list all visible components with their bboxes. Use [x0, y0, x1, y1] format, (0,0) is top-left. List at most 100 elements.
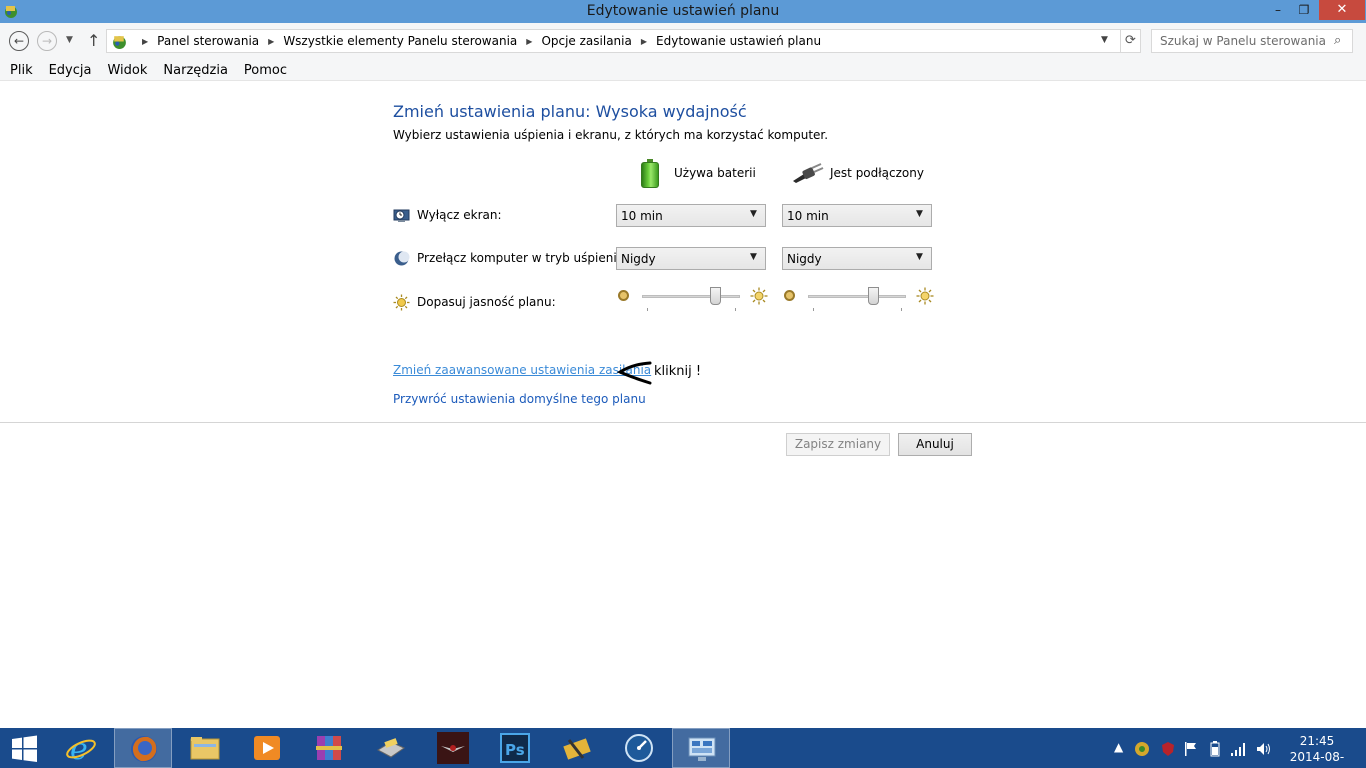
- divider: [0, 422, 1366, 423]
- minimize-button[interactable]: –: [1265, 0, 1291, 20]
- cancel-button[interactable]: Anuluj: [898, 433, 972, 456]
- media-player-icon: [254, 736, 280, 760]
- annotation-text: kliknij !: [654, 364, 702, 379]
- menu-tools[interactable]: Narzędzia: [155, 60, 236, 80]
- taskbar-scanner[interactable]: [362, 728, 420, 768]
- breadcrumb-item[interactable]: Opcje zasilania: [541, 34, 631, 48]
- chevron-down-icon: ▼: [66, 35, 73, 45]
- display-off-battery-select[interactable]: 10 min ▼: [616, 204, 766, 227]
- save-changes-button[interactable]: Zapisz zmiany: [786, 433, 890, 456]
- chevron-down-icon: ▼: [750, 209, 757, 219]
- setting-label: Dopasuj jasność planu:: [417, 295, 556, 309]
- svg-text:Ps: Ps: [505, 741, 525, 759]
- arrow-left-icon: ←: [13, 34, 25, 48]
- clock-time: 21:45: [1299, 734, 1335, 748]
- menu-file[interactable]: Plik: [2, 60, 41, 80]
- signal-strength-icon[interactable]: [1230, 741, 1248, 757]
- chevron-down-icon: ▼: [916, 252, 923, 262]
- moon-icon: [394, 251, 410, 266]
- refresh-icon[interactable]: ⟳: [1120, 30, 1140, 52]
- address-history-button[interactable]: ▼: [1101, 35, 1108, 45]
- taskbar-photoshop[interactable]: Ps: [486, 728, 544, 768]
- slider-thumb[interactable]: [868, 287, 880, 305]
- antivirus-icon[interactable]: [1160, 741, 1176, 757]
- monitor-clock-icon: [393, 209, 410, 222]
- control-panel-icon: [688, 737, 716, 761]
- menu-edit[interactable]: Edycja: [41, 60, 100, 80]
- back-button[interactable]: ←: [9, 31, 29, 51]
- taskbar-media-player[interactable]: [238, 728, 296, 768]
- sleep-plugged-select[interactable]: Nigdy ▼: [782, 247, 932, 270]
- taskbar-file-explorer[interactable]: [176, 728, 234, 768]
- maximize-button[interactable]: ❐: [1291, 0, 1317, 20]
- menu-help[interactable]: Pomoc: [236, 60, 295, 80]
- page-title: Zmień ustawienia planu: Wysoka wydajność: [393, 102, 747, 121]
- slider-tick: [813, 308, 814, 311]
- taskbar-control-panel[interactable]: [672, 728, 730, 768]
- taskbar: e Ps ▲ 21:45 2014-08-: [0, 728, 1366, 768]
- clock[interactable]: 21:45 2014-08-17: [1284, 733, 1350, 768]
- chevron-down-icon: ▼: [750, 252, 757, 262]
- breadcrumb[interactable]: ▶ Panel sterowania ▶ Wszystkie elementy …: [106, 29, 1141, 53]
- brightness-battery-slider[interactable]: [616, 287, 768, 313]
- chevron-right-icon[interactable]: ▶: [641, 37, 647, 46]
- page-description: Wybierz ustawienia uśpienia i ekranu, z …: [393, 128, 829, 142]
- slider-thumb[interactable]: [710, 287, 721, 305]
- sleep-battery-select[interactable]: Nigdy ▼: [616, 247, 766, 270]
- taskbar-game[interactable]: [424, 728, 482, 768]
- taskbar-firefox[interactable]: [114, 728, 172, 768]
- main-content: Zmień ustawienia planu: Wysoka wydajność…: [0, 81, 1366, 727]
- taskbar-internet-explorer[interactable]: e: [52, 728, 110, 768]
- taskbar-winrar[interactable]: [300, 728, 358, 768]
- bright-sun-icon: [916, 287, 934, 305]
- slider-tick: [901, 308, 902, 311]
- address-bar: ← → ▼ ↑ ▶ Panel sterowania ▶ Wszystkie e…: [0, 23, 1366, 60]
- start-button[interactable]: [0, 728, 58, 768]
- setting-label: Przełącz komputer w tryb uśpienia:: [417, 251, 629, 265]
- taskbar-tool[interactable]: [548, 728, 606, 768]
- display-off-plugged-select[interactable]: 10 min ▼: [782, 204, 932, 227]
- search-input[interactable]: [1160, 33, 1328, 49]
- archive-icon: [316, 736, 342, 760]
- chevron-down-icon: ▼: [916, 209, 923, 219]
- breadcrumb-item[interactable]: Edytowanie ustawień planu: [656, 34, 821, 48]
- game-icon: [437, 732, 469, 764]
- forward-button[interactable]: →: [37, 31, 57, 51]
- hand-drawn-arrow-icon: [617, 361, 652, 385]
- battery-icon: [640, 158, 660, 188]
- menu-view[interactable]: Widok: [99, 60, 155, 80]
- folder-icon: [190, 737, 220, 760]
- bright-sun-icon: [750, 287, 768, 305]
- photoshop-icon: Ps: [500, 733, 530, 763]
- clock-date: 2014-08-17: [1289, 750, 1345, 768]
- column-header-battery: Używa baterii: [640, 158, 756, 188]
- up-button[interactable]: ↑: [87, 31, 100, 50]
- breadcrumb-item[interactable]: Wszystkie elementy Panelu sterowania: [283, 34, 517, 48]
- select-value: 10 min: [787, 209, 829, 223]
- chevron-right-icon[interactable]: ▶: [268, 37, 274, 46]
- chevron-right-icon[interactable]: ▶: [526, 37, 532, 46]
- taskbar-speedometer[interactable]: [610, 728, 668, 768]
- restore-defaults-link[interactable]: Przywróć ustawienia domyślne tego planu: [393, 392, 646, 406]
- action-center-flag-icon[interactable]: [1184, 741, 1198, 757]
- network-globe-icon[interactable]: [1134, 741, 1150, 757]
- show-hidden-icons-button[interactable]: ▲: [1114, 740, 1123, 754]
- search-box[interactable]: ⌕: [1151, 29, 1353, 53]
- battery-tray-icon[interactable]: [1208, 741, 1222, 757]
- search-icon[interactable]: ⌕: [1334, 33, 1341, 48]
- speedometer-icon: [625, 734, 653, 762]
- select-value: Nigdy: [621, 252, 656, 266]
- advanced-power-settings-link[interactable]: Zmień zaawansowane ustawienia zasilania: [393, 363, 651, 377]
- slider-tick: [735, 308, 736, 311]
- menu-bar: Plik Edycja Widok Narzędzia Pomoc: [0, 60, 1366, 81]
- brightness-plugged-slider[interactable]: [782, 287, 934, 313]
- volume-icon[interactable]: [1255, 741, 1273, 757]
- scanner-icon: [376, 738, 406, 758]
- firefox-icon: [131, 736, 157, 762]
- breadcrumb-item[interactable]: Panel sterowania: [157, 34, 259, 48]
- close-button[interactable]: ✕: [1319, 0, 1365, 20]
- window-title: Edytowanie ustawień planu: [586, 3, 780, 19]
- column-header-plugged: Jest podłączony: [790, 158, 924, 188]
- column-label-plugged: Jest podłączony: [830, 166, 924, 180]
- recent-locations-button[interactable]: ▼: [66, 35, 73, 45]
